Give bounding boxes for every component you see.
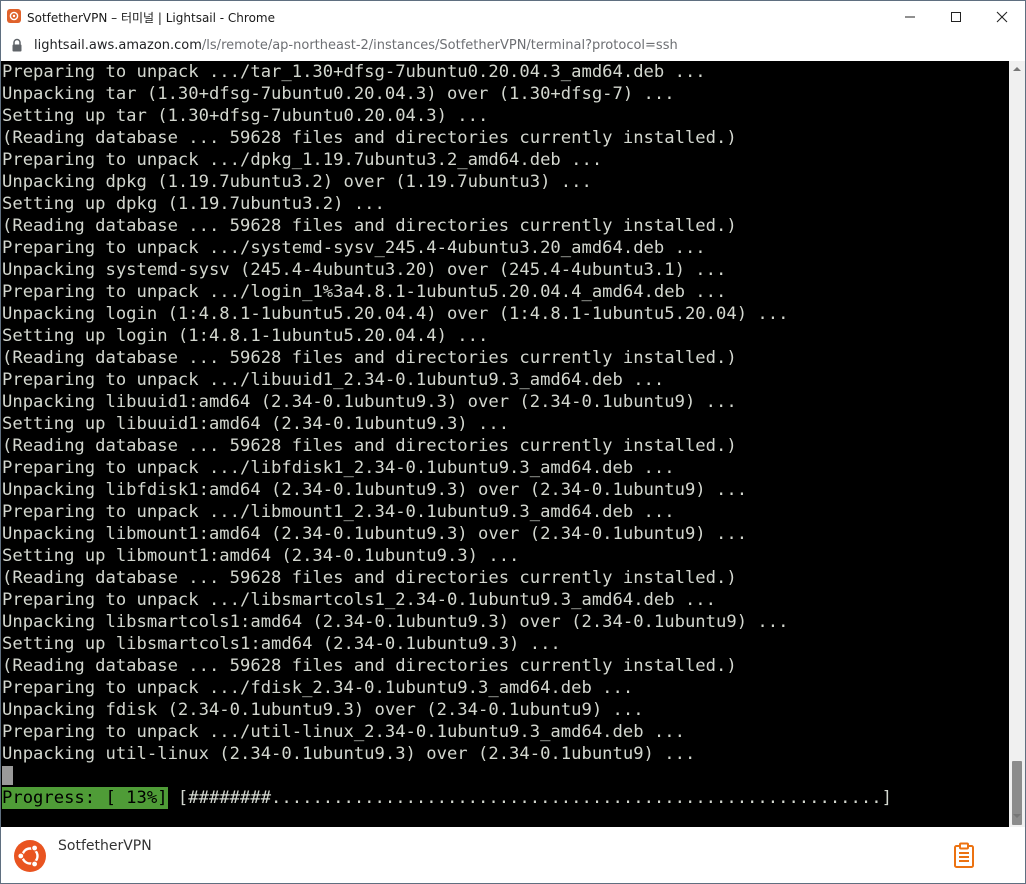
ubuntu-logo-icon xyxy=(14,840,46,872)
lock-icon[interactable] xyxy=(11,38,23,53)
progress-label: Progress: [ 13%] xyxy=(2,787,168,809)
maximize-icon xyxy=(951,12,961,22)
terminal-line: (Reading database ... 59628 files and di… xyxy=(2,656,737,676)
terminal-line: Setting up dpkg (1.19.7ubuntu3.2) ... xyxy=(2,194,385,214)
terminal-line: Unpacking util-linux (2.34-0.1ubuntu9.3)… xyxy=(2,744,696,764)
terminal-output: Preparing to unpack .../tar_1.30+dfsg-7u… xyxy=(2,61,788,765)
title-bar: SotfetherVPN – 터미널 | Lightsail - Chrome xyxy=(1,1,1025,32)
terminal-line: Preparing to unpack .../libfdisk1_2.34-0… xyxy=(2,458,675,478)
terminal-line: Unpacking systemd-sysv (245.4-4ubuntu3.2… xyxy=(2,260,727,280)
url-host: lightsail.aws.amazon.com xyxy=(34,38,202,53)
terminal-line: Preparing to unpack .../util-linux_2.34-… xyxy=(2,722,685,742)
scroll-up-arrow-icon[interactable] xyxy=(1013,66,1021,72)
terminal-line: (Reading database ... 59628 files and di… xyxy=(2,436,737,456)
terminal-cursor xyxy=(2,766,13,785)
terminal-line: Preparing to unpack .../libuuid1_2.34-0.… xyxy=(2,370,665,390)
close-icon xyxy=(996,11,1008,23)
terminal-line: Preparing to unpack .../systemd-sysv_245… xyxy=(2,238,706,258)
url-text[interactable]: lightsail.aws.amazon.com/ls/remote/ap-no… xyxy=(34,38,678,53)
close-button[interactable] xyxy=(979,1,1025,32)
terminal-line: Preparing to unpack .../libsmartcols1_2.… xyxy=(2,590,716,610)
progress-bar-text: [########...............................… xyxy=(167,788,892,808)
terminal-line: Unpacking login (1:4.8.1-1ubuntu5.20.04.… xyxy=(2,304,789,324)
terminal-line: (Reading database ... 59628 files and di… xyxy=(2,128,737,148)
terminal-line: Setting up libuuid1:amd64 (2.34-0.1ubunt… xyxy=(2,414,510,434)
terminal-line: Preparing to unpack .../login_1%3a4.8.1-… xyxy=(2,282,727,302)
app-icon xyxy=(7,9,21,23)
window-title: SotfetherVPN – 터미널 | Lightsail - Chrome xyxy=(27,11,275,25)
address-bar[interactable]: lightsail.aws.amazon.com/ls/remote/ap-no… xyxy=(1,32,1025,61)
terminal-line: Unpacking libuuid1:amd64 (2.34-0.1ubuntu… xyxy=(2,392,737,412)
terminal-line: Unpacking libfdisk1:amd64 (2.34-0.1ubunt… xyxy=(2,480,748,500)
progress-row: Progress: [ 13%] [########..............… xyxy=(2,787,892,809)
clipboard-icon[interactable] xyxy=(953,842,975,868)
terminal-line: Unpacking tar (1.30+dfsg-7ubuntu0.20.04.… xyxy=(2,84,675,104)
terminal-line: (Reading database ... 59628 files and di… xyxy=(2,568,737,588)
terminal-line: Setting up libsmartcols1:amd64 (2.34-0.1… xyxy=(2,634,561,654)
scroll-down-arrow-icon[interactable] xyxy=(1013,813,1021,819)
terminal-line: Unpacking dpkg (1.19.7ubuntu3.2) over (1… xyxy=(2,172,592,192)
terminal-scrollbar[interactable] xyxy=(1009,61,1025,827)
terminal-line: Unpacking fdisk (2.34-0.1ubuntu9.3) over… xyxy=(2,700,644,720)
terminal-line: Preparing to unpack .../libmount1_2.34-0… xyxy=(2,502,675,522)
minimize-icon xyxy=(905,16,915,18)
terminal-line: (Reading database ... 59628 files and di… xyxy=(2,216,737,236)
maximize-button[interactable] xyxy=(933,1,979,32)
terminal-line: Unpacking libmount1:amd64 (2.34-0.1ubunt… xyxy=(2,524,748,544)
browser-window: SotfetherVPN – 터미널 | Lightsail - Chrome … xyxy=(0,0,1026,884)
terminal-line: Preparing to unpack .../dpkg_1.19.7ubunt… xyxy=(2,150,603,170)
terminal-line: Preparing to unpack .../tar_1.30+dfsg-7u… xyxy=(2,62,706,82)
terminal-line: Preparing to unpack .../fdisk_2.34-0.1ub… xyxy=(2,678,634,698)
instance-footer: SotfetherVPN xyxy=(1,827,1025,883)
minimize-button[interactable] xyxy=(887,1,933,32)
url-path: /ls/remote/ap-northeast-2/instances/Sotf… xyxy=(201,38,678,53)
terminal-line: (Reading database ... 59628 files and di… xyxy=(2,348,737,368)
terminal-screen[interactable]: Preparing to unpack .../tar_1.30+dfsg-7u… xyxy=(1,61,1009,827)
terminal-line: Unpacking libsmartcols1:amd64 (2.34-0.1u… xyxy=(2,612,789,632)
instance-name: SotfetherVPN xyxy=(58,838,152,854)
terminal-line: Setting up libmount1:amd64 (2.34-0.1ubun… xyxy=(2,546,520,566)
terminal-line: Setting up login (1:4.8.1-1ubuntu5.20.04… xyxy=(2,326,489,346)
terminal-line: Setting up tar (1.30+dfsg-7ubuntu0.20.04… xyxy=(2,106,489,126)
